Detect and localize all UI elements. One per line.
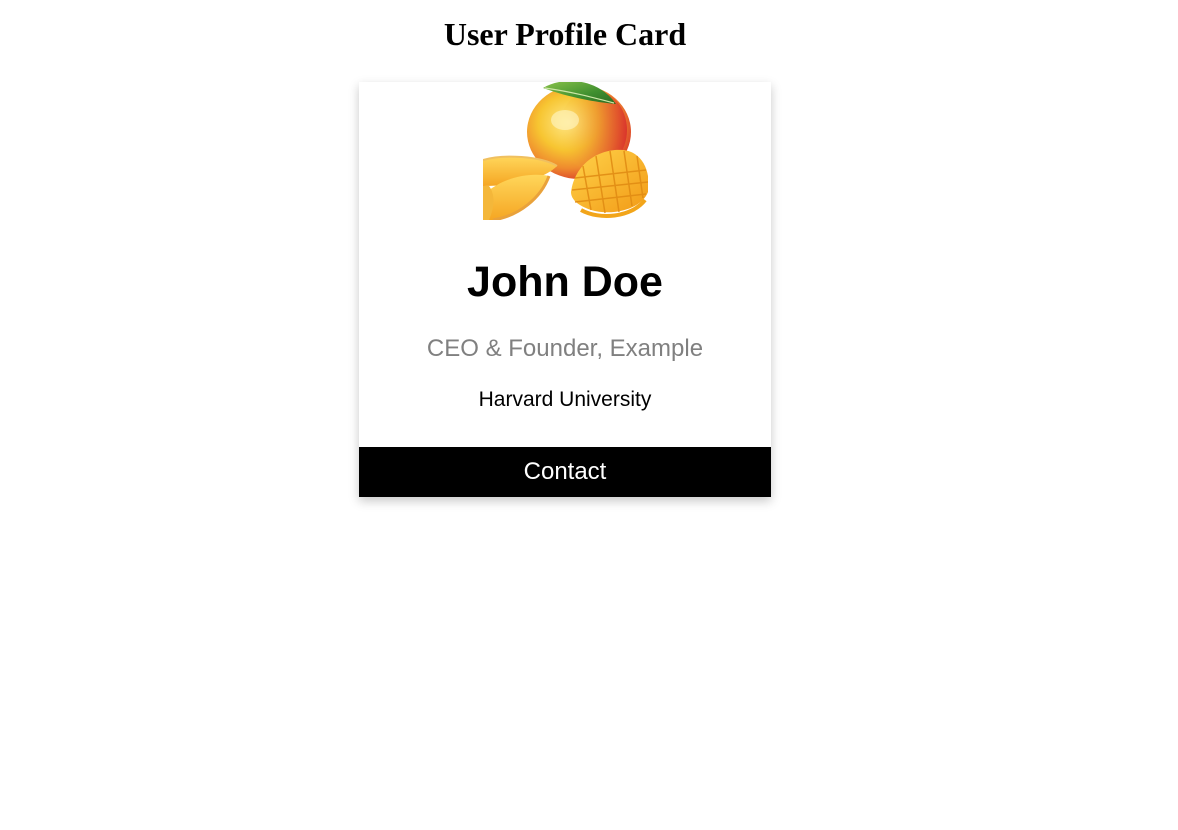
profile-title: CEO & Founder, Example [426,335,704,362]
profile-name: John Doe [467,258,663,306]
profile-organization: Harvard University [478,388,652,411]
profile-card: John Doe CEO & Founder, Example Harvard … [359,82,771,497]
page-title: User Profile Card [443,16,687,52]
contact-button[interactable]: Contact [359,447,771,497]
avatar [483,82,648,220]
mango-image [483,82,648,220]
